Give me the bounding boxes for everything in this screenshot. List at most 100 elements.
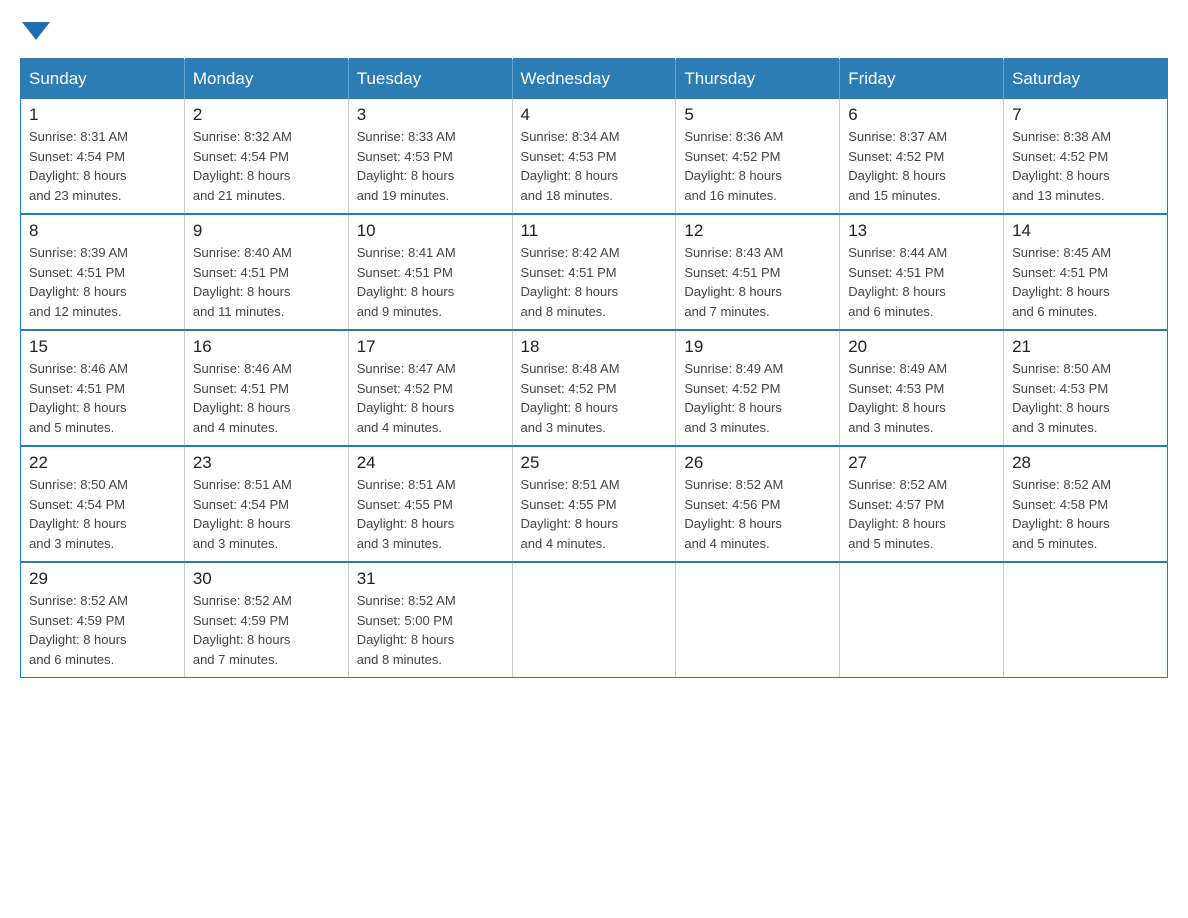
calendar-day-cell xyxy=(840,562,1004,678)
day-number: 21 xyxy=(1012,337,1159,357)
day-of-week-header: Wednesday xyxy=(512,59,676,100)
day-number: 7 xyxy=(1012,105,1159,125)
day-number: 22 xyxy=(29,453,176,473)
day-number: 4 xyxy=(521,105,668,125)
calendar-day-cell xyxy=(512,562,676,678)
logo xyxy=(20,20,54,38)
day-info: Sunrise: 8:36 AMSunset: 4:52 PMDaylight:… xyxy=(684,129,783,203)
day-number: 1 xyxy=(29,105,176,125)
day-number: 26 xyxy=(684,453,831,473)
day-number: 6 xyxy=(848,105,995,125)
day-number: 3 xyxy=(357,105,504,125)
day-info: Sunrise: 8:43 AMSunset: 4:51 PMDaylight:… xyxy=(684,245,783,319)
day-info: Sunrise: 8:47 AMSunset: 4:52 PMDaylight:… xyxy=(357,361,456,435)
day-number: 31 xyxy=(357,569,504,589)
day-info: Sunrise: 8:38 AMSunset: 4:52 PMDaylight:… xyxy=(1012,129,1111,203)
day-info: Sunrise: 8:31 AMSunset: 4:54 PMDaylight:… xyxy=(29,129,128,203)
logo-triangle-icon xyxy=(22,22,50,40)
calendar-day-cell: 21 Sunrise: 8:50 AMSunset: 4:53 PMDaylig… xyxy=(1004,330,1168,446)
calendar-day-cell: 18 Sunrise: 8:48 AMSunset: 4:52 PMDaylig… xyxy=(512,330,676,446)
day-info: Sunrise: 8:50 AMSunset: 4:53 PMDaylight:… xyxy=(1012,361,1111,435)
day-info: Sunrise: 8:37 AMSunset: 4:52 PMDaylight:… xyxy=(848,129,947,203)
calendar-week-row: 15 Sunrise: 8:46 AMSunset: 4:51 PMDaylig… xyxy=(21,330,1168,446)
calendar-header-row: SundayMondayTuesdayWednesdayThursdayFrid… xyxy=(21,59,1168,100)
day-of-week-header: Monday xyxy=(184,59,348,100)
day-number: 14 xyxy=(1012,221,1159,241)
day-of-week-header: Tuesday xyxy=(348,59,512,100)
day-info: Sunrise: 8:42 AMSunset: 4:51 PMDaylight:… xyxy=(521,245,620,319)
day-number: 16 xyxy=(193,337,340,357)
calendar-week-row: 1 Sunrise: 8:31 AMSunset: 4:54 PMDayligh… xyxy=(21,99,1168,214)
day-number: 18 xyxy=(521,337,668,357)
calendar-week-row: 29 Sunrise: 8:52 AMSunset: 4:59 PMDaylig… xyxy=(21,562,1168,678)
calendar-day-cell: 4 Sunrise: 8:34 AMSunset: 4:53 PMDayligh… xyxy=(512,99,676,214)
calendar-day-cell: 31 Sunrise: 8:52 AMSunset: 5:00 PMDaylig… xyxy=(348,562,512,678)
day-number: 23 xyxy=(193,453,340,473)
day-info: Sunrise: 8:52 AMSunset: 4:57 PMDaylight:… xyxy=(848,477,947,551)
day-of-week-header: Saturday xyxy=(1004,59,1168,100)
calendar-day-cell: 8 Sunrise: 8:39 AMSunset: 4:51 PMDayligh… xyxy=(21,214,185,330)
day-number: 13 xyxy=(848,221,995,241)
calendar-day-cell: 16 Sunrise: 8:46 AMSunset: 4:51 PMDaylig… xyxy=(184,330,348,446)
calendar-day-cell: 24 Sunrise: 8:51 AMSunset: 4:55 PMDaylig… xyxy=(348,446,512,562)
day-info: Sunrise: 8:45 AMSunset: 4:51 PMDaylight:… xyxy=(1012,245,1111,319)
calendar-week-row: 22 Sunrise: 8:50 AMSunset: 4:54 PMDaylig… xyxy=(21,446,1168,562)
day-info: Sunrise: 8:40 AMSunset: 4:51 PMDaylight:… xyxy=(193,245,292,319)
day-info: Sunrise: 8:41 AMSunset: 4:51 PMDaylight:… xyxy=(357,245,456,319)
page-header xyxy=(20,20,1168,38)
day-number: 24 xyxy=(357,453,504,473)
day-info: Sunrise: 8:39 AMSunset: 4:51 PMDaylight:… xyxy=(29,245,128,319)
day-info: Sunrise: 8:52 AMSunset: 4:58 PMDaylight:… xyxy=(1012,477,1111,551)
calendar-day-cell: 7 Sunrise: 8:38 AMSunset: 4:52 PMDayligh… xyxy=(1004,99,1168,214)
day-number: 30 xyxy=(193,569,340,589)
calendar-day-cell: 1 Sunrise: 8:31 AMSunset: 4:54 PMDayligh… xyxy=(21,99,185,214)
day-info: Sunrise: 8:50 AMSunset: 4:54 PMDaylight:… xyxy=(29,477,128,551)
calendar-day-cell: 17 Sunrise: 8:47 AMSunset: 4:52 PMDaylig… xyxy=(348,330,512,446)
calendar-day-cell: 19 Sunrise: 8:49 AMSunset: 4:52 PMDaylig… xyxy=(676,330,840,446)
calendar-day-cell: 26 Sunrise: 8:52 AMSunset: 4:56 PMDaylig… xyxy=(676,446,840,562)
calendar-day-cell: 27 Sunrise: 8:52 AMSunset: 4:57 PMDaylig… xyxy=(840,446,1004,562)
calendar-day-cell: 6 Sunrise: 8:37 AMSunset: 4:52 PMDayligh… xyxy=(840,99,1004,214)
day-of-week-header: Sunday xyxy=(21,59,185,100)
day-info: Sunrise: 8:34 AMSunset: 4:53 PMDaylight:… xyxy=(521,129,620,203)
calendar-table: SundayMondayTuesdayWednesdayThursdayFrid… xyxy=(20,58,1168,678)
day-number: 12 xyxy=(684,221,831,241)
day-number: 20 xyxy=(848,337,995,357)
day-number: 17 xyxy=(357,337,504,357)
day-info: Sunrise: 8:51 AMSunset: 4:55 PMDaylight:… xyxy=(521,477,620,551)
day-number: 8 xyxy=(29,221,176,241)
calendar-day-cell: 23 Sunrise: 8:51 AMSunset: 4:54 PMDaylig… xyxy=(184,446,348,562)
day-number: 9 xyxy=(193,221,340,241)
calendar-day-cell: 11 Sunrise: 8:42 AMSunset: 4:51 PMDaylig… xyxy=(512,214,676,330)
day-info: Sunrise: 8:52 AMSunset: 4:59 PMDaylight:… xyxy=(193,593,292,667)
day-of-week-header: Friday xyxy=(840,59,1004,100)
calendar-day-cell: 2 Sunrise: 8:32 AMSunset: 4:54 PMDayligh… xyxy=(184,99,348,214)
calendar-day-cell: 13 Sunrise: 8:44 AMSunset: 4:51 PMDaylig… xyxy=(840,214,1004,330)
calendar-day-cell xyxy=(676,562,840,678)
calendar-day-cell: 30 Sunrise: 8:52 AMSunset: 4:59 PMDaylig… xyxy=(184,562,348,678)
day-info: Sunrise: 8:52 AMSunset: 4:56 PMDaylight:… xyxy=(684,477,783,551)
day-of-week-header: Thursday xyxy=(676,59,840,100)
calendar-day-cell: 22 Sunrise: 8:50 AMSunset: 4:54 PMDaylig… xyxy=(21,446,185,562)
day-info: Sunrise: 8:51 AMSunset: 4:54 PMDaylight:… xyxy=(193,477,292,551)
day-info: Sunrise: 8:52 AMSunset: 4:59 PMDaylight:… xyxy=(29,593,128,667)
day-number: 28 xyxy=(1012,453,1159,473)
day-info: Sunrise: 8:46 AMSunset: 4:51 PMDaylight:… xyxy=(193,361,292,435)
calendar-day-cell: 20 Sunrise: 8:49 AMSunset: 4:53 PMDaylig… xyxy=(840,330,1004,446)
day-number: 19 xyxy=(684,337,831,357)
calendar-day-cell: 14 Sunrise: 8:45 AMSunset: 4:51 PMDaylig… xyxy=(1004,214,1168,330)
day-info: Sunrise: 8:32 AMSunset: 4:54 PMDaylight:… xyxy=(193,129,292,203)
day-info: Sunrise: 8:48 AMSunset: 4:52 PMDaylight:… xyxy=(521,361,620,435)
day-info: Sunrise: 8:49 AMSunset: 4:53 PMDaylight:… xyxy=(848,361,947,435)
calendar-week-row: 8 Sunrise: 8:39 AMSunset: 4:51 PMDayligh… xyxy=(21,214,1168,330)
day-info: Sunrise: 8:52 AMSunset: 5:00 PMDaylight:… xyxy=(357,593,456,667)
calendar-day-cell: 25 Sunrise: 8:51 AMSunset: 4:55 PMDaylig… xyxy=(512,446,676,562)
day-info: Sunrise: 8:51 AMSunset: 4:55 PMDaylight:… xyxy=(357,477,456,551)
day-info: Sunrise: 8:49 AMSunset: 4:52 PMDaylight:… xyxy=(684,361,783,435)
calendar-day-cell: 5 Sunrise: 8:36 AMSunset: 4:52 PMDayligh… xyxy=(676,99,840,214)
day-number: 5 xyxy=(684,105,831,125)
calendar-day-cell: 3 Sunrise: 8:33 AMSunset: 4:53 PMDayligh… xyxy=(348,99,512,214)
day-number: 2 xyxy=(193,105,340,125)
day-info: Sunrise: 8:33 AMSunset: 4:53 PMDaylight:… xyxy=(357,129,456,203)
day-number: 10 xyxy=(357,221,504,241)
